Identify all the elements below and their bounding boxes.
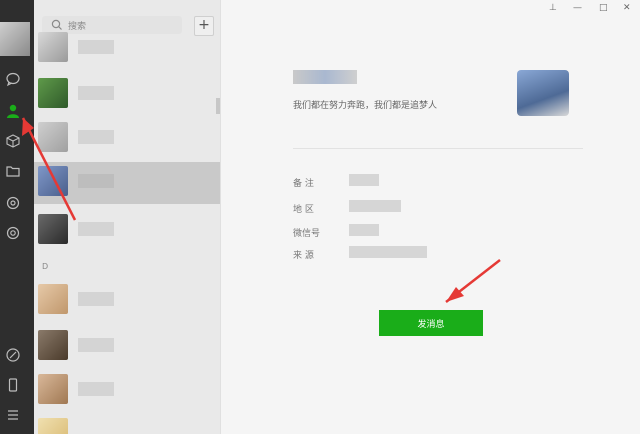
menu-icon[interactable] xyxy=(4,406,22,424)
contact-avatar xyxy=(38,374,68,404)
contact-name-blurred xyxy=(78,338,114,352)
field-label-region: 地 区 xyxy=(293,205,314,215)
pin-icon[interactable]: ⊥ xyxy=(549,3,557,13)
settings-icon[interactable] xyxy=(4,224,22,242)
contact-row[interactable] xyxy=(34,370,220,408)
profile-avatar[interactable] xyxy=(517,70,569,116)
contact-avatar xyxy=(38,330,68,360)
contact-name-blurred xyxy=(78,222,114,236)
field-value-blurred xyxy=(349,200,401,212)
field-value-blurred xyxy=(349,246,427,258)
maximize-icon[interactable]: □ xyxy=(599,3,608,13)
contact-row-selected[interactable] xyxy=(34,162,220,204)
contact-avatar xyxy=(38,78,68,108)
phone-icon[interactable] xyxy=(4,376,22,394)
close-icon[interactable]: ✕ xyxy=(623,3,631,13)
section-letter: D xyxy=(42,262,49,271)
minimize-icon[interactable]: — xyxy=(573,3,582,13)
nav-bar xyxy=(0,0,34,434)
profile-panel: ⊥ — □ ✕ 我们都在努力奔跑，我们都是追梦人 备 注 地 区 微信号 来 源… xyxy=(220,0,640,434)
send-message-button[interactable]: 发消息 xyxy=(379,310,483,336)
contact-name-blurred xyxy=(78,130,114,144)
chat-icon[interactable] xyxy=(4,70,22,88)
contact-avatar xyxy=(38,122,68,152)
moments-icon[interactable] xyxy=(4,194,22,212)
contact-avatar xyxy=(38,418,68,434)
contact-row[interactable] xyxy=(34,326,220,364)
contact-name-blurred xyxy=(78,292,114,306)
contact-name-blurred xyxy=(78,382,114,396)
contact-row[interactable] xyxy=(34,74,220,112)
field-label-source: 来 源 xyxy=(293,251,314,261)
miniprogram-icon[interactable] xyxy=(4,346,22,364)
profile-name-blurred xyxy=(293,70,357,84)
field-label-wechat-id: 微信号 xyxy=(293,229,321,239)
contact-avatar xyxy=(38,166,68,196)
contact-name-blurred xyxy=(78,40,114,54)
contact-row[interactable] xyxy=(34,210,220,248)
field-value-blurred xyxy=(349,224,379,236)
contact-name-blurred xyxy=(78,174,114,188)
field-value-blurred xyxy=(349,174,379,186)
contact-name-blurred xyxy=(78,86,114,100)
user-avatar[interactable] xyxy=(0,22,30,56)
field-label-remark: 备 注 xyxy=(293,179,314,189)
contact-avatar xyxy=(38,214,68,244)
contact-row[interactable] xyxy=(34,280,220,318)
contact-avatar xyxy=(38,32,68,62)
favorites-icon[interactable] xyxy=(4,132,22,150)
contact-row[interactable] xyxy=(34,28,220,66)
profile-signature: 我们都在努力奔跑，我们都是追梦人 xyxy=(293,101,438,111)
divider xyxy=(293,148,583,149)
contact-row[interactable] xyxy=(34,414,220,434)
folder-icon[interactable] xyxy=(4,162,22,180)
contacts-icon[interactable] xyxy=(4,102,22,120)
contact-list-panel: 搜索 + D xyxy=(34,0,220,434)
contact-avatar xyxy=(38,284,68,314)
contact-row[interactable] xyxy=(34,118,220,156)
